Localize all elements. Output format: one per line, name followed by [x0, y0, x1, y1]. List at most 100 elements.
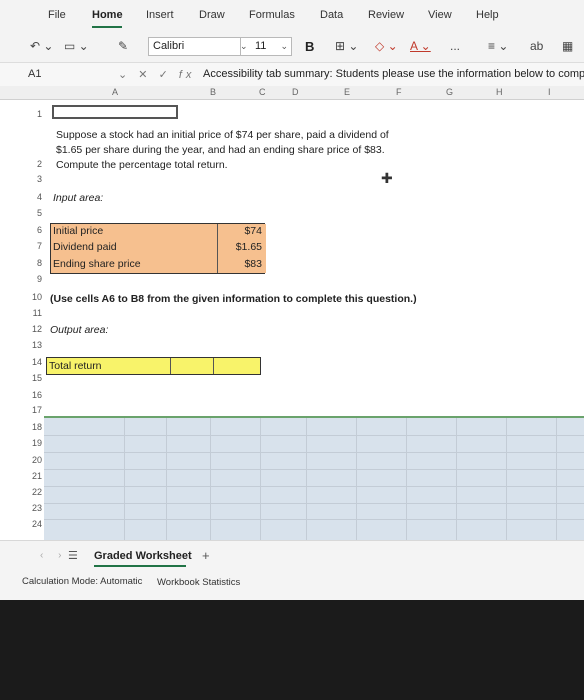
row-header[interactable]: 18 [22, 422, 42, 432]
tab-review[interactable]: Review [368, 9, 404, 21]
input-label-dividend-paid[interactable]: Dividend paid [53, 241, 117, 253]
formula-controls: ⌄ ✕ ✓ fx [118, 68, 195, 81]
row-header[interactable]: 5 [22, 208, 42, 218]
worksheet-grid[interactable]: 1 2 3 4 5 6 7 8 9 10 11 12 13 14 15 16 1… [0, 100, 584, 540]
row-header[interactable]: 21 [22, 471, 42, 481]
chevron-down-icon[interactable]: ⌄ [118, 69, 131, 81]
row-header[interactable]: 10 [22, 292, 42, 302]
add-sheet-button[interactable]: + [202, 548, 210, 563]
tab-home[interactable]: Home [92, 9, 123, 21]
row-header[interactable]: 7 [22, 241, 42, 251]
bold-button[interactable]: B [305, 39, 314, 54]
workbook-statistics-button[interactable]: Workbook Statistics [157, 577, 240, 588]
tab-formulas[interactable]: Formulas [249, 9, 295, 21]
more-options-icon[interactable]: ... [450, 36, 460, 56]
input-value-initial-price[interactable]: $74 [224, 225, 262, 237]
cancel-icon[interactable]: ✕ [138, 69, 151, 81]
confirm-icon[interactable]: ✓ [159, 69, 172, 81]
row-header[interactable]: 8 [22, 258, 42, 268]
calculation-mode-status[interactable]: Calculation Mode: Automatic [22, 576, 142, 587]
column-header-h[interactable]: H [496, 87, 503, 97]
column-header-e[interactable]: E [344, 87, 350, 97]
tab-draw[interactable]: Draw [199, 9, 225, 21]
formula-input[interactable]: Accessibility tab summary: Students plea… [203, 68, 584, 80]
row-header[interactable]: 24 [22, 519, 42, 529]
input-label-initial-price[interactable]: Initial price [53, 225, 103, 237]
column-header-d[interactable]: D [292, 87, 299, 97]
row-header[interactable]: 16 [22, 390, 42, 400]
format-painter-icon[interactable]: ✎ [118, 36, 128, 56]
output-area-block[interactable]: Total return [46, 357, 261, 375]
row-header[interactable]: 1 [22, 109, 42, 119]
cell-divider [170, 358, 171, 374]
column-header-g[interactable]: G [446, 87, 453, 97]
column-header-a[interactable]: A [112, 87, 118, 97]
row-header[interactable]: 22 [22, 487, 42, 497]
tab-data[interactable]: Data [320, 9, 343, 21]
tab-view[interactable]: View [428, 9, 452, 21]
chevron-down-icon: ⌄ [280, 41, 288, 51]
wrap-text-icon[interactable]: ab [530, 36, 543, 56]
tab-file[interactable]: File [48, 9, 66, 21]
row-header[interactable]: 19 [22, 438, 42, 448]
input-value-ending-share-price[interactable]: $83 [224, 258, 262, 270]
row-header[interactable]: 15 [22, 373, 42, 383]
instruction-text: (Use cells A6 to B8 from the given infor… [50, 293, 417, 305]
tab-insert[interactable]: Insert [146, 9, 174, 21]
grid-line [356, 418, 357, 540]
input-value-dividend-paid[interactable]: $1.65 [217, 241, 262, 253]
grid-line [44, 435, 584, 436]
borders-icon[interactable]: ⊞ ⌄ [335, 36, 358, 56]
row-header[interactable]: 6 [22, 225, 42, 235]
sheet-tab-graded-worksheet[interactable]: Graded Worksheet [94, 550, 192, 562]
sheet-tab-bar: ‹ › ☰ Graded Worksheet + [0, 540, 584, 570]
excel-window: File Home Insert Draw Formulas Data Revi… [0, 0, 584, 600]
input-area-label: Input area: [53, 192, 104, 204]
all-sheets-menu-icon[interactable]: ☰ [68, 549, 78, 562]
row-header[interactable]: 13 [22, 340, 42, 350]
sheet-nav-arrows[interactable]: ‹ › [40, 550, 67, 561]
column-header-b[interactable]: B [210, 87, 216, 97]
align-icon[interactable]: ≡ ⌄ [488, 36, 508, 56]
screen-bezel [0, 600, 584, 700]
row-header[interactable]: 17 [22, 405, 42, 415]
grid-line [44, 469, 584, 470]
selected-range[interactable] [44, 416, 584, 540]
grid-line [556, 418, 557, 540]
active-tab-indicator [92, 26, 122, 28]
undo-icon[interactable]: ↶ ⌄ [30, 36, 53, 56]
fill-color-icon[interactable]: ◇ ⌄ [375, 36, 398, 56]
input-label-ending-share-price[interactable]: Ending share price [53, 258, 141, 270]
row-header[interactable]: 20 [22, 455, 42, 465]
grid-line [44, 519, 584, 520]
active-sheet-indicator [94, 565, 186, 567]
selected-cell-a1[interactable] [52, 105, 178, 119]
column-header-f[interactable]: F [396, 87, 402, 97]
problem-text-line-2: $1.65 per share during the year, and had… [56, 144, 385, 156]
font-color-icon[interactable]: A ⌄ [410, 36, 431, 56]
font-name-select[interactable]: Calibri [148, 37, 248, 56]
row-header[interactable]: 23 [22, 503, 42, 513]
row-header[interactable]: 3 [22, 174, 42, 184]
fx-icon[interactable]: fx [179, 69, 196, 81]
row-header[interactable]: 12 [22, 324, 42, 334]
column-header-c[interactable]: C [259, 87, 266, 97]
grid-line [44, 503, 584, 504]
row-header[interactable]: 9 [22, 274, 42, 284]
column-headers: A B C D E F G H I [0, 86, 584, 100]
row-header[interactable]: 14 [22, 357, 42, 367]
merge-icon[interactable]: ▦ [562, 36, 573, 56]
grid-line [44, 486, 584, 487]
row-header[interactable]: 4 [22, 192, 42, 202]
tab-help[interactable]: Help [476, 9, 499, 21]
clipboard-icon[interactable]: ▭ ⌄ [64, 36, 89, 56]
output-label-total-return[interactable]: Total return [49, 360, 102, 372]
grid-line [210, 418, 211, 540]
column-header-i[interactable]: I [548, 87, 551, 97]
ribbon-tabs: File Home Insert Draw Formulas Data Revi… [0, 0, 584, 32]
row-header[interactable]: 11 [22, 308, 42, 318]
row-header[interactable]: 2 [22, 159, 42, 169]
name-box[interactable]: A1 [28, 68, 41, 80]
font-size-select[interactable]: 11 ⌄ [240, 37, 292, 56]
input-area-block[interactable]: Initial price Dividend paid Ending share… [50, 223, 266, 274]
